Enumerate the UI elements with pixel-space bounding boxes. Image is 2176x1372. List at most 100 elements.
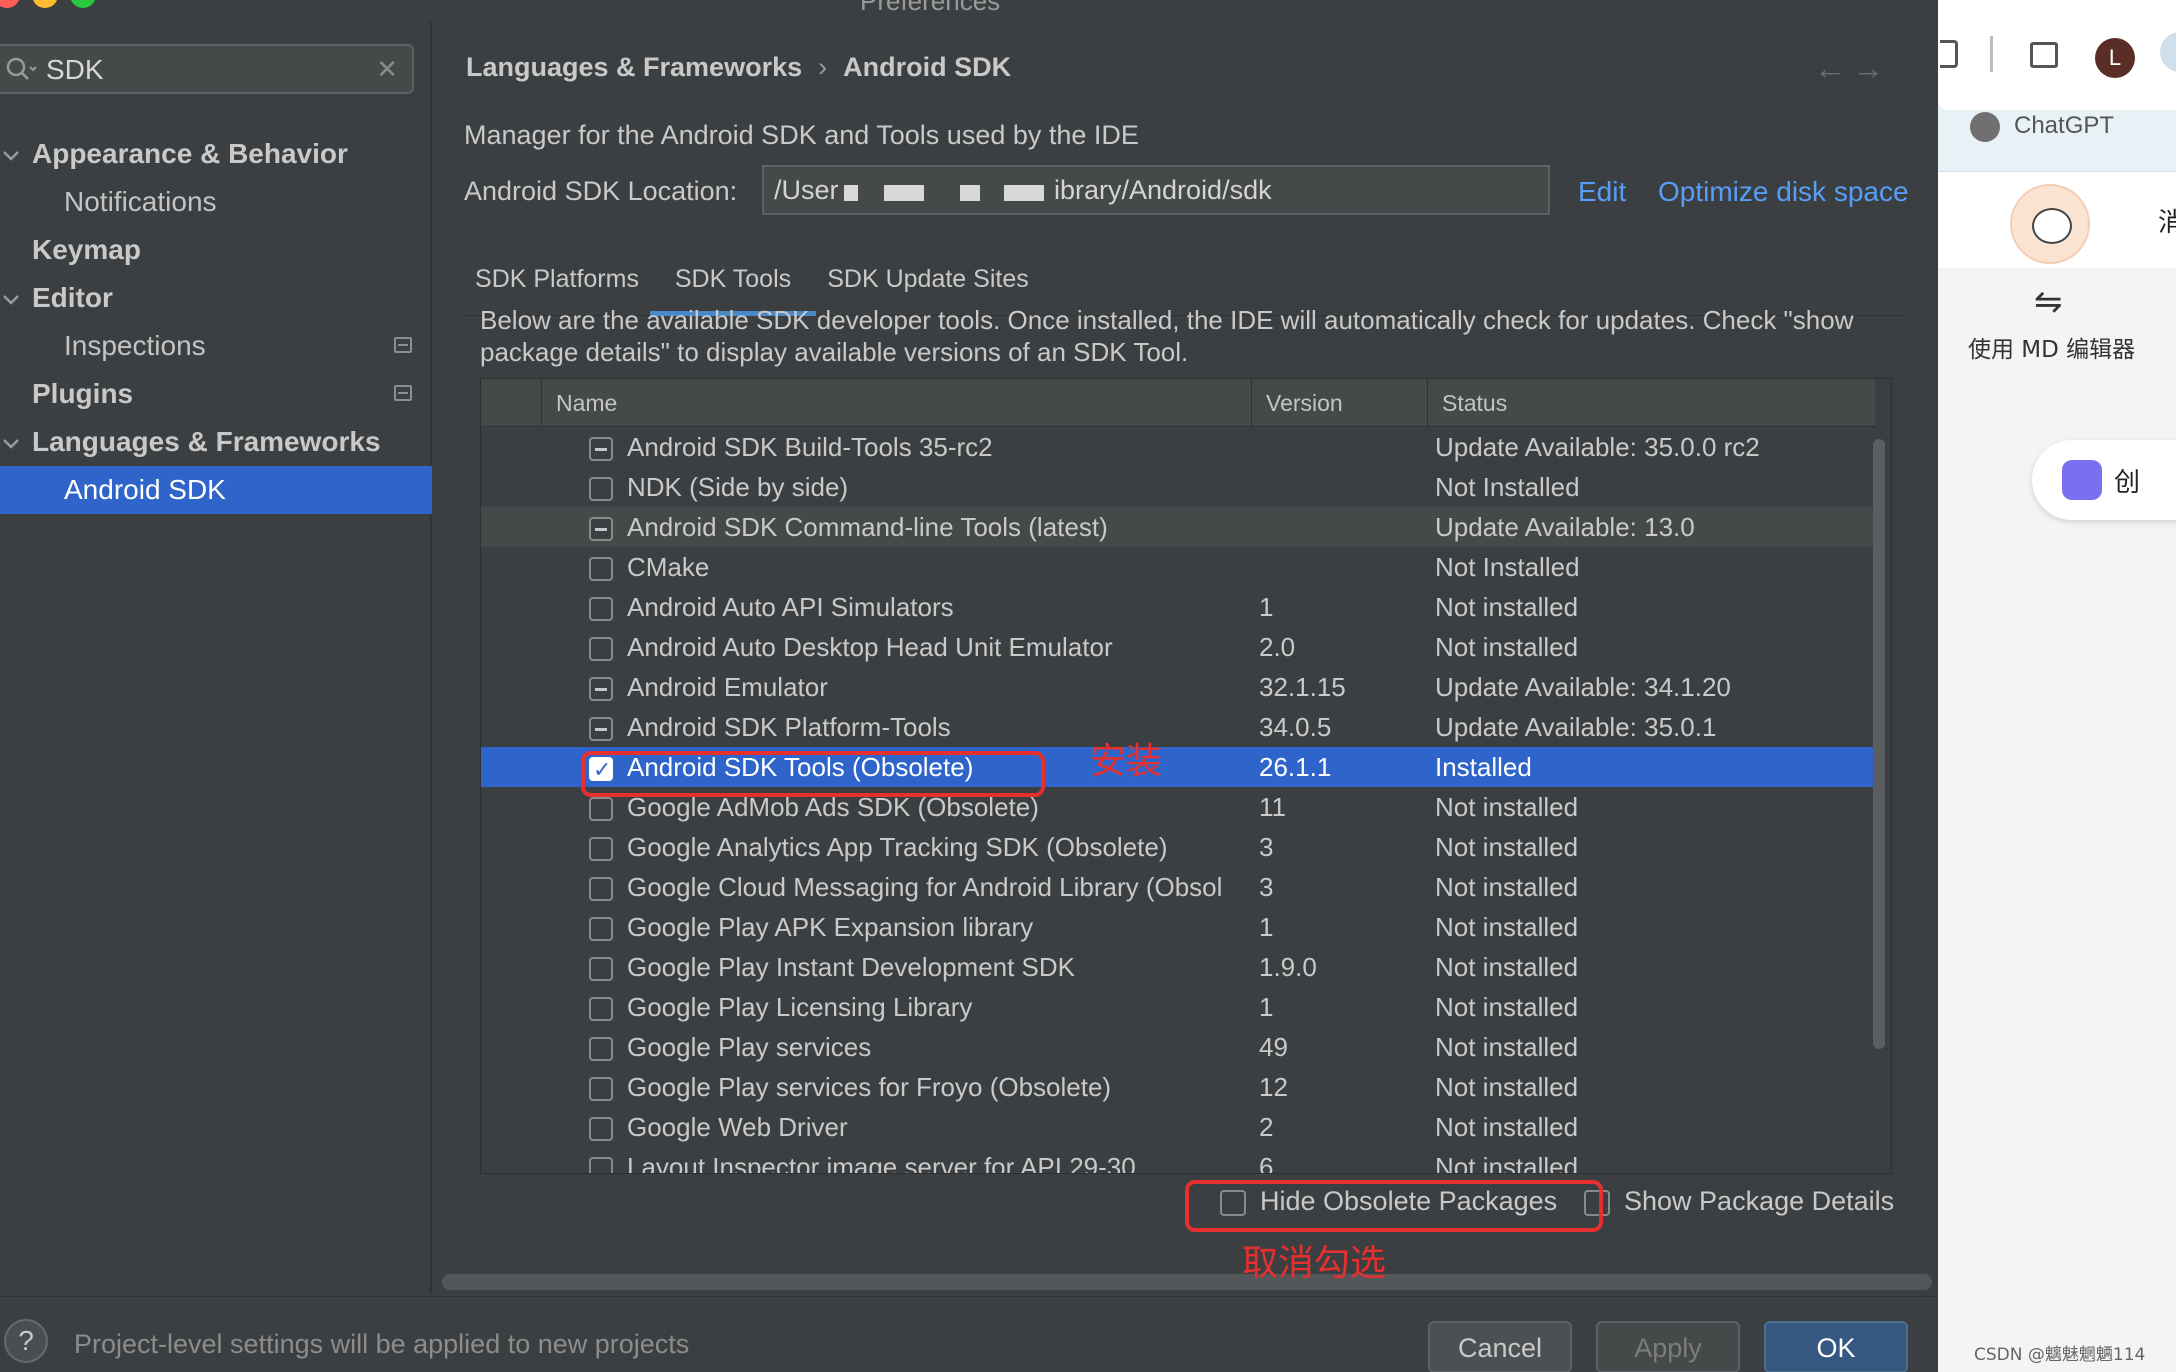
back-arrow-icon[interactable]: ← — [1814, 50, 1846, 87]
sidebar-item-label: Editor — [32, 282, 113, 313]
sidebar-item-appearance-behavior[interactable]: Appearance & Behavior — [0, 130, 432, 178]
horizontal-scrollbar[interactable] — [442, 1274, 1932, 1290]
name-cell: Google Play services for Froyo (Obsolete… — [627, 1072, 1112, 1102]
breadcrumb-parent[interactable]: Languages & Frameworks — [466, 52, 802, 82]
version-cell: 3 — [1259, 832, 1274, 862]
sdk-location-field[interactable]: /User ibrary/Android/sdk — [762, 165, 1550, 215]
forward-arrow-icon[interactable]: → — [1852, 50, 1884, 87]
name-cell: Android SDK Build-Tools 35-rc2 — [627, 432, 993, 462]
side-panel-icon[interactable] — [2030, 42, 2058, 68]
name-cell: Android Emulator — [627, 672, 828, 702]
table-row[interactable]: Google Play Licensing Library 1 Not instal… — [481, 987, 1875, 1027]
sidebar-item-editor[interactable]: Editor — [0, 274, 432, 322]
annotation-box-install — [581, 751, 1045, 797]
clear-search-icon[interactable]: ✕ — [376, 54, 398, 85]
table-row[interactable]: Android SDK Command-line Tools (latest) U… — [481, 507, 1875, 547]
chevron-down-icon[interactable] — [2, 290, 20, 308]
toolbar-divider — [1990, 36, 1993, 72]
table-row[interactable]: Android Emulator 32.1.15 Update Available:… — [481, 667, 1875, 707]
avatar[interactable]: L — [2095, 38, 2135, 78]
row-checkbox[interactable] — [589, 837, 613, 861]
row-checkbox[interactable] — [589, 997, 613, 1021]
sidebar-item-languages-frameworks[interactable]: Languages & Frameworks — [0, 418, 432, 466]
help-button[interactable]: ? — [4, 1319, 48, 1363]
extension-icon[interactable] — [1940, 40, 1958, 68]
close-window-button[interactable] — [0, 0, 20, 8]
table-header: Name Version Status — [481, 379, 1875, 427]
partial-label: 消 — [2158, 208, 2176, 238]
chatgpt-icon[interactable] — [1970, 112, 2000, 142]
create-button[interactable]: 创 — [2032, 440, 2176, 520]
row-checkbox[interactable] — [589, 557, 613, 581]
row-checkbox[interactable] — [589, 1037, 613, 1061]
sidebar-item-inspections[interactable]: Inspections — [0, 322, 432, 370]
minimize-window-button[interactable] — [32, 0, 58, 8]
footer-note: Project-level settings will be applied t… — [74, 1329, 690, 1359]
row-checkbox[interactable] — [589, 877, 613, 901]
chevron-down-icon[interactable] — [2, 146, 20, 164]
row-checkbox[interactable] — [589, 597, 613, 621]
mascot-image — [2010, 184, 2090, 264]
table-row[interactable]: Android Auto Desktop Head Unit Emulator 2… — [481, 627, 1875, 667]
table-row[interactable]: Android SDK Platform-Tools 34.0.5 Update A… — [481, 707, 1875, 747]
row-checkbox[interactable] — [589, 1157, 613, 1173]
row-checkbox[interactable] — [589, 677, 613, 701]
table-row[interactable]: Google Cloud Messaging for Android Libra… — [481, 867, 1875, 907]
table-row[interactable]: Google Play Instant Development SDK 1.9.0… — [481, 947, 1875, 987]
table-row[interactable]: NDK (Side by side) Not Installed — [481, 467, 1875, 507]
zoom-window-button[interactable] — [70, 0, 96, 8]
annotation-box-uncheck — [1185, 1180, 1603, 1232]
search-input[interactable] — [46, 54, 346, 86]
row-checkbox[interactable] — [589, 437, 613, 461]
table-row[interactable]: Google Play services for Froyo (Obsolete… — [481, 1067, 1875, 1107]
search-box[interactable]: ✕ — [0, 44, 414, 94]
show-details-option[interactable]: Show Package Details — [1584, 1186, 1894, 1217]
chevron-down-icon[interactable] — [2, 434, 20, 452]
row-checkbox[interactable] — [589, 1077, 613, 1101]
table-row[interactable]: Google Play services 49 Not installed — [481, 1027, 1875, 1067]
sidebar-item-plugins[interactable]: Plugins — [0, 370, 432, 418]
browser-toolbar: L ChatGPT — [1938, 0, 2176, 172]
name-cell: Google Play services — [627, 1032, 872, 1062]
row-checkbox[interactable] — [589, 917, 613, 941]
table-row[interactable]: Android SDK Build-Tools 35-rc2 Update Ava… — [481, 427, 1875, 467]
status-cell: Not installed — [1435, 912, 1579, 942]
ok-button[interactable]: OK — [1764, 1321, 1908, 1372]
row-checkbox[interactable] — [589, 477, 613, 501]
table-row[interactable]: CMake Not Installed — [481, 547, 1875, 587]
edit-link[interactable]: Edit — [1578, 176, 1626, 208]
row-checkbox[interactable] — [589, 717, 613, 741]
status-cell: Not Installed — [1435, 552, 1580, 582]
swap-icon[interactable]: ⇋ — [2034, 282, 2063, 322]
mascot-face — [2032, 208, 2072, 244]
column-header-status[interactable]: Status — [1427, 379, 1875, 427]
table-row[interactable]: Google Play APK Expansion library 1 Not in… — [481, 907, 1875, 947]
column-header-name[interactable]: Name — [541, 379, 1039, 427]
table-scrollbar[interactable] — [1873, 439, 1885, 1049]
table-row[interactable]: Google Web Driver 2 Not installed — [481, 1107, 1875, 1147]
md-editor-label[interactable]: 使用 MD 编辑器 — [1968, 330, 2135, 364]
row-checkbox[interactable] — [589, 957, 613, 981]
version-cell: 1 — [1259, 912, 1274, 942]
table-row[interactable]: Android Auto API Simulators 1 Not installe… — [481, 587, 1875, 627]
optimize-disk-space-link[interactable]: Optimize disk space — [1658, 176, 1909, 208]
row-checkbox[interactable] — [589, 637, 613, 661]
breadcrumb-separator: › — [818, 52, 828, 82]
column-header-version[interactable]: Version — [1251, 379, 1425, 427]
chatgpt-bookmark[interactable]: ChatGPT — [2014, 112, 2114, 140]
row-checkbox[interactable] — [589, 1117, 613, 1141]
row-checkbox[interactable] — [589, 517, 613, 541]
sidebar-item-notifications[interactable]: Notifications — [0, 178, 432, 226]
menu-icon[interactable] — [2160, 32, 2176, 72]
apply-button[interactable]: Apply — [1596, 1321, 1740, 1372]
sidebar-item-keymap[interactable]: Keymap — [0, 226, 432, 274]
cancel-button[interactable]: Cancel — [1428, 1321, 1572, 1372]
row-checkbox[interactable] — [589, 797, 613, 821]
name-cell: Android SDK Command-line Tools (latest) — [627, 512, 1108, 542]
show-details-label: Show Package Details — [1624, 1186, 1895, 1216]
sidebar-item-android-sdk[interactable]: Android SDK — [0, 466, 432, 514]
create-label: 创 — [2114, 468, 2141, 498]
table-row[interactable]: Layout Inspector image server for API 29… — [481, 1147, 1875, 1173]
version-cell: 11 — [1259, 792, 1286, 822]
table-row[interactable]: Google Analytics App Tracking SDK (Obsol… — [481, 827, 1875, 867]
